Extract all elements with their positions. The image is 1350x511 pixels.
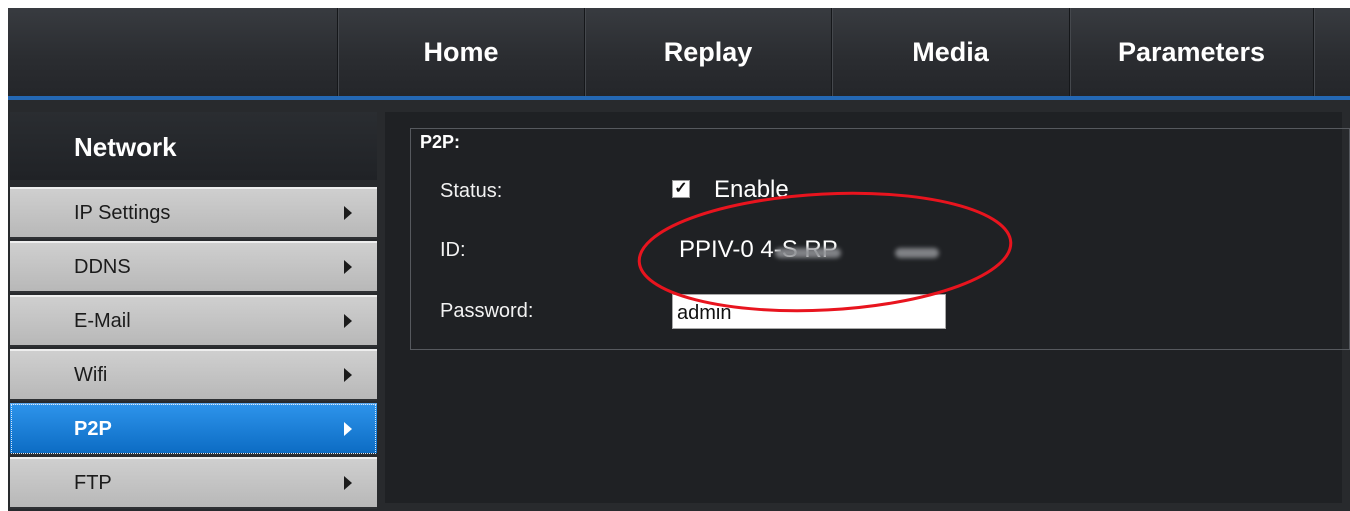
tab-replay-label: Replay bbox=[663, 36, 753, 67]
sidebar-item-label: IP Settings bbox=[74, 201, 171, 224]
chevron-right-icon bbox=[344, 314, 352, 328]
tab-replay[interactable]: Replay bbox=[584, 8, 831, 96]
sidebar-item-label: E-Mail bbox=[74, 309, 131, 332]
annotation-ellipse bbox=[637, 191, 1013, 313]
tab-media-label: Media bbox=[912, 36, 989, 67]
tab-media[interactable]: Media bbox=[831, 8, 1069, 96]
sidebar-item-email[interactable]: E-Mail bbox=[10, 295, 377, 347]
sidebar-item-ddns[interactable]: DDNS bbox=[10, 241, 377, 293]
annotation-ellipse-shape bbox=[637, 191, 1013, 313]
sidebar-item-label: FTP bbox=[74, 471, 112, 494]
sidebar-item-label: DDNS bbox=[74, 255, 131, 278]
tab-home-label: Home bbox=[423, 36, 499, 67]
tab-parameters-label: Parameters bbox=[1117, 36, 1266, 67]
sidebar-item-wifi[interactable]: Wifi bbox=[10, 349, 377, 401]
chevron-right-icon bbox=[344, 422, 352, 436]
chevron-right-icon bbox=[344, 206, 352, 220]
sidebar-header: Network bbox=[10, 112, 377, 180]
id-label: ID: bbox=[440, 239, 466, 261]
sidebar-item-ftp[interactable]: FTP bbox=[10, 457, 377, 509]
main-panel: P2P: Status: ✓ Enable ID: PPIV-0 4-S RP … bbox=[385, 112, 1350, 503]
password-label: Password: bbox=[440, 300, 534, 322]
chevron-right-icon bbox=[344, 260, 352, 274]
sidebar-item-label: Wifi bbox=[74, 363, 108, 386]
tab-parameters[interactable]: Parameters bbox=[1069, 8, 1313, 96]
chevron-right-icon bbox=[344, 476, 352, 490]
p2p-section-title: P2P: bbox=[420, 132, 461, 152]
sidebar: Network IP Settings DDNS E-Mail Wifi P2P… bbox=[10, 112, 377, 509]
tab-home[interactable]: Home bbox=[337, 8, 584, 96]
top-navigation-bar: Home Replay Media Parameters bbox=[8, 8, 1350, 96]
sidebar-item-label: P2P bbox=[74, 417, 112, 440]
tab-overflow[interactable] bbox=[1313, 8, 1350, 96]
status-label: Status: bbox=[440, 180, 503, 202]
sidebar-item-p2p[interactable]: P2P bbox=[10, 403, 377, 455]
chevron-right-icon bbox=[344, 368, 352, 382]
sidebar-item-ip-settings[interactable]: IP Settings bbox=[10, 187, 377, 239]
